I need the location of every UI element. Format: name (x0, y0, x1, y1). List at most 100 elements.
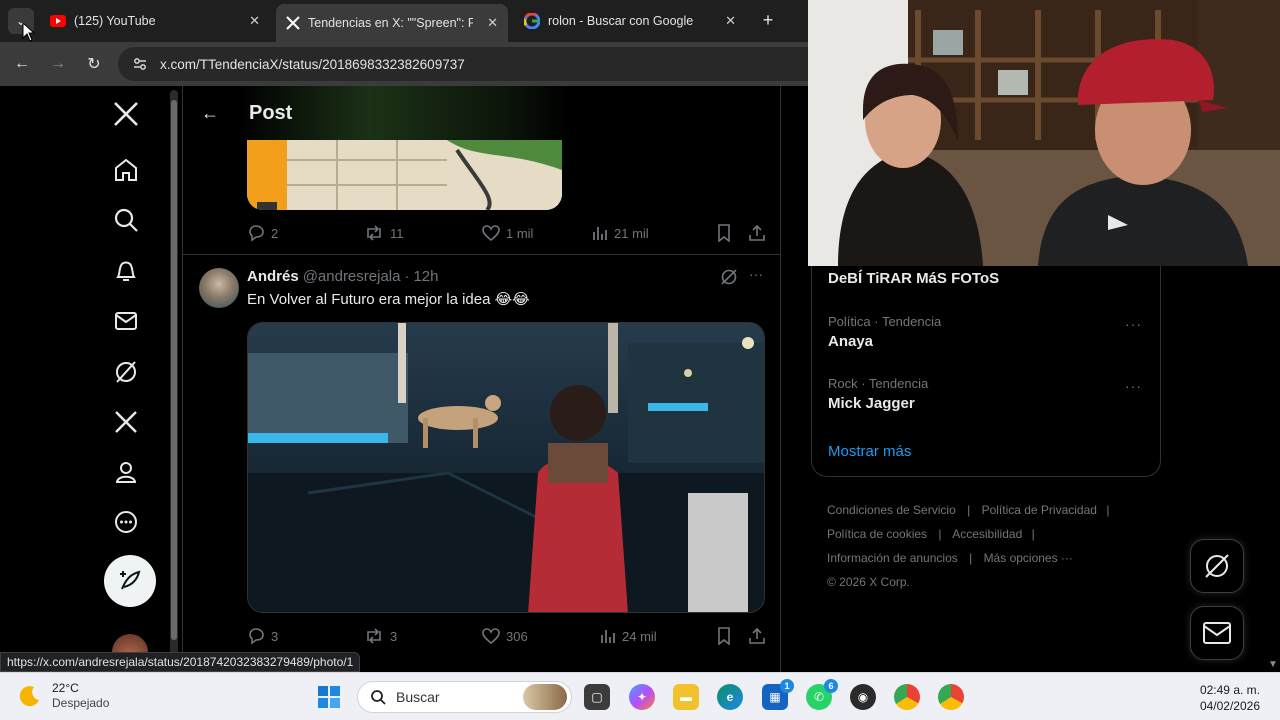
like-button[interactable]: 306 (482, 627, 600, 645)
windows-logo-icon (318, 686, 340, 708)
x-home-logo[interactable] (112, 100, 140, 128)
system-clock[interactable]: 02:49 a. m. 04/02/2026 (1200, 682, 1260, 714)
tweet-media[interactable] (247, 322, 765, 613)
store-icon: ▦ (769, 690, 781, 704)
tweet-time[interactable]: 12h (413, 268, 438, 285)
accessibility-link[interactable]: Accesibilidad (952, 527, 1022, 541)
nav-notifications[interactable] (112, 257, 140, 285)
weather-desc: Despejado (52, 696, 110, 710)
tab-label: (125) YouTube (74, 14, 156, 28)
nav-home[interactable] (112, 156, 140, 184)
share-icon (749, 224, 765, 241)
show-more-link[interactable]: Mostrar más (828, 443, 911, 460)
nav-premium[interactable] (112, 408, 140, 436)
compose-feather-icon (120, 570, 141, 590)
scrollbar-thumb[interactable] (171, 100, 177, 640)
footer-links: Condiciones de Servicio | Política de Pr… (827, 498, 1157, 594)
reply-button[interactable]: 2 (247, 224, 364, 242)
messages-icon (115, 312, 137, 330)
nav-more[interactable] (112, 508, 140, 536)
feed-scrollbar[interactable] (170, 90, 178, 656)
address-bar[interactable]: x.com/TTendenciaX/status/201869833238260… (118, 47, 808, 81)
edge-button[interactable]: e (717, 684, 743, 710)
share-button[interactable] (748, 224, 766, 242)
privacy-link[interactable]: Política de Privacidad (982, 503, 1097, 517)
task-view-button[interactable]: ▢ (584, 684, 610, 710)
copilot-button[interactable]: ✦ (629, 684, 655, 710)
more-options-icon[interactable]: ··· (1125, 378, 1142, 394)
whatsapp-button[interactable]: ✆ 6 (806, 679, 838, 710)
compose-post-button[interactable] (104, 555, 156, 607)
site-settings-icon (134, 58, 146, 70)
nav-grok[interactable] (112, 358, 140, 386)
taskbar-search[interactable]: Buscar (357, 681, 572, 713)
terms-link[interactable]: Condiciones de Servicio (827, 503, 956, 517)
more-options-link[interactable]: Más opciones ··· (984, 551, 1073, 565)
tab-google-search[interactable]: rolon - Buscar con Google ✕ (514, 6, 746, 36)
close-icon[interactable]: ✕ (487, 15, 498, 31)
trend-name[interactable]: DeBÍ TiRAR MáS FOToS (828, 270, 999, 287)
nav-profile[interactable] (112, 458, 140, 486)
views-button[interactable]: 21 mil (592, 225, 716, 241)
cookies-link[interactable]: Política de cookies (827, 527, 927, 541)
moon-icon (19, 686, 39, 707)
bookmark-button[interactable] (716, 627, 748, 645)
reply-button[interactable]: 3 (247, 627, 364, 645)
previous-tweet-media[interactable] (247, 140, 562, 210)
reload-button[interactable]: ↻ (82, 52, 106, 76)
obs-button[interactable]: ◉ (850, 684, 876, 710)
folder-icon: ▬ (680, 690, 692, 704)
more-options-icon[interactable]: ··· (749, 266, 763, 282)
tab-x-trends[interactable]: Tendencias en X: ""Spreen": Por ✕ (276, 4, 508, 42)
scroll-down-arrow-icon[interactable]: ▼ (1266, 656, 1280, 672)
new-tab-button[interactable]: + (758, 10, 778, 30)
more-options-icon[interactable]: ··· (1125, 316, 1142, 332)
grok-floating-button[interactable] (1190, 539, 1244, 593)
share-button[interactable] (748, 627, 766, 645)
tab-label: rolon - Buscar con Google (548, 14, 694, 28)
ads-info-link[interactable]: Información de anuncios (827, 551, 958, 565)
author-name[interactable]: Andrés (247, 268, 299, 285)
reply-icon (249, 628, 264, 645)
file-explorer-button[interactable]: ▬ (673, 684, 699, 710)
weather-widget[interactable]: 22°C Despejado (18, 681, 109, 711)
chrome-profile-2-button[interactable] (938, 684, 964, 710)
chrome-profile-1-button[interactable] (894, 684, 920, 710)
close-icon[interactable]: ✕ (725, 13, 736, 29)
repost-icon (367, 225, 381, 241)
reload-icon: ↻ (87, 56, 101, 73)
forward-button[interactable]: → (46, 52, 70, 76)
store-button[interactable]: ▦ 1 (762, 679, 794, 710)
page-title: Post (249, 101, 293, 124)
like-button[interactable]: 1 mil (482, 224, 592, 242)
windows-taskbar: 22°C Despejado Buscar ▢ ✦ ▬ e ▦ 1 ✆ 6 ◉ … (0, 672, 1280, 720)
views-button[interactable]: 24 mil (600, 628, 716, 644)
back-button[interactable]: ← (10, 52, 34, 76)
close-icon[interactable]: ✕ (249, 13, 260, 29)
tab-youtube[interactable]: (125) YouTube ✕ (40, 6, 270, 36)
nav-messages[interactable] (112, 307, 140, 335)
reply-count: 2 (271, 225, 279, 241)
copyright: © 2026 X Corp. (827, 575, 910, 589)
messages-floating-button[interactable] (1190, 606, 1244, 660)
reply-count: 3 (271, 628, 279, 644)
divider: | (1031, 527, 1035, 541)
grok-explain-button[interactable] (720, 268, 738, 291)
nav-explore[interactable] (112, 206, 140, 234)
views-chart-icon (593, 227, 607, 240)
search-highlight-icon (523, 684, 567, 710)
x-logo-icon (286, 16, 300, 30)
repost-button[interactable]: 3 (364, 627, 482, 645)
author-handle[interactable]: @andresrejala (303, 268, 401, 285)
arrow-right-icon: → (50, 55, 66, 72)
trend-item[interactable]: Rock · Tendencia Mick Jagger (828, 376, 1158, 412)
repost-button[interactable]: 11 (364, 224, 482, 242)
trend-item[interactable]: Política · Tendencia Anaya (828, 314, 1158, 350)
tab-strip: ⌄ (125) YouTube ✕ Tendencias en X: ""Spr… (0, 0, 808, 42)
avatar[interactable] (199, 268, 239, 308)
more-icon (115, 511, 137, 533)
bookmark-button[interactable] (716, 224, 748, 242)
start-button[interactable] (316, 684, 342, 710)
tweet-actions: 3 3 306 24 mil (247, 624, 772, 648)
back-arrow-icon[interactable]: ← (201, 103, 219, 124)
